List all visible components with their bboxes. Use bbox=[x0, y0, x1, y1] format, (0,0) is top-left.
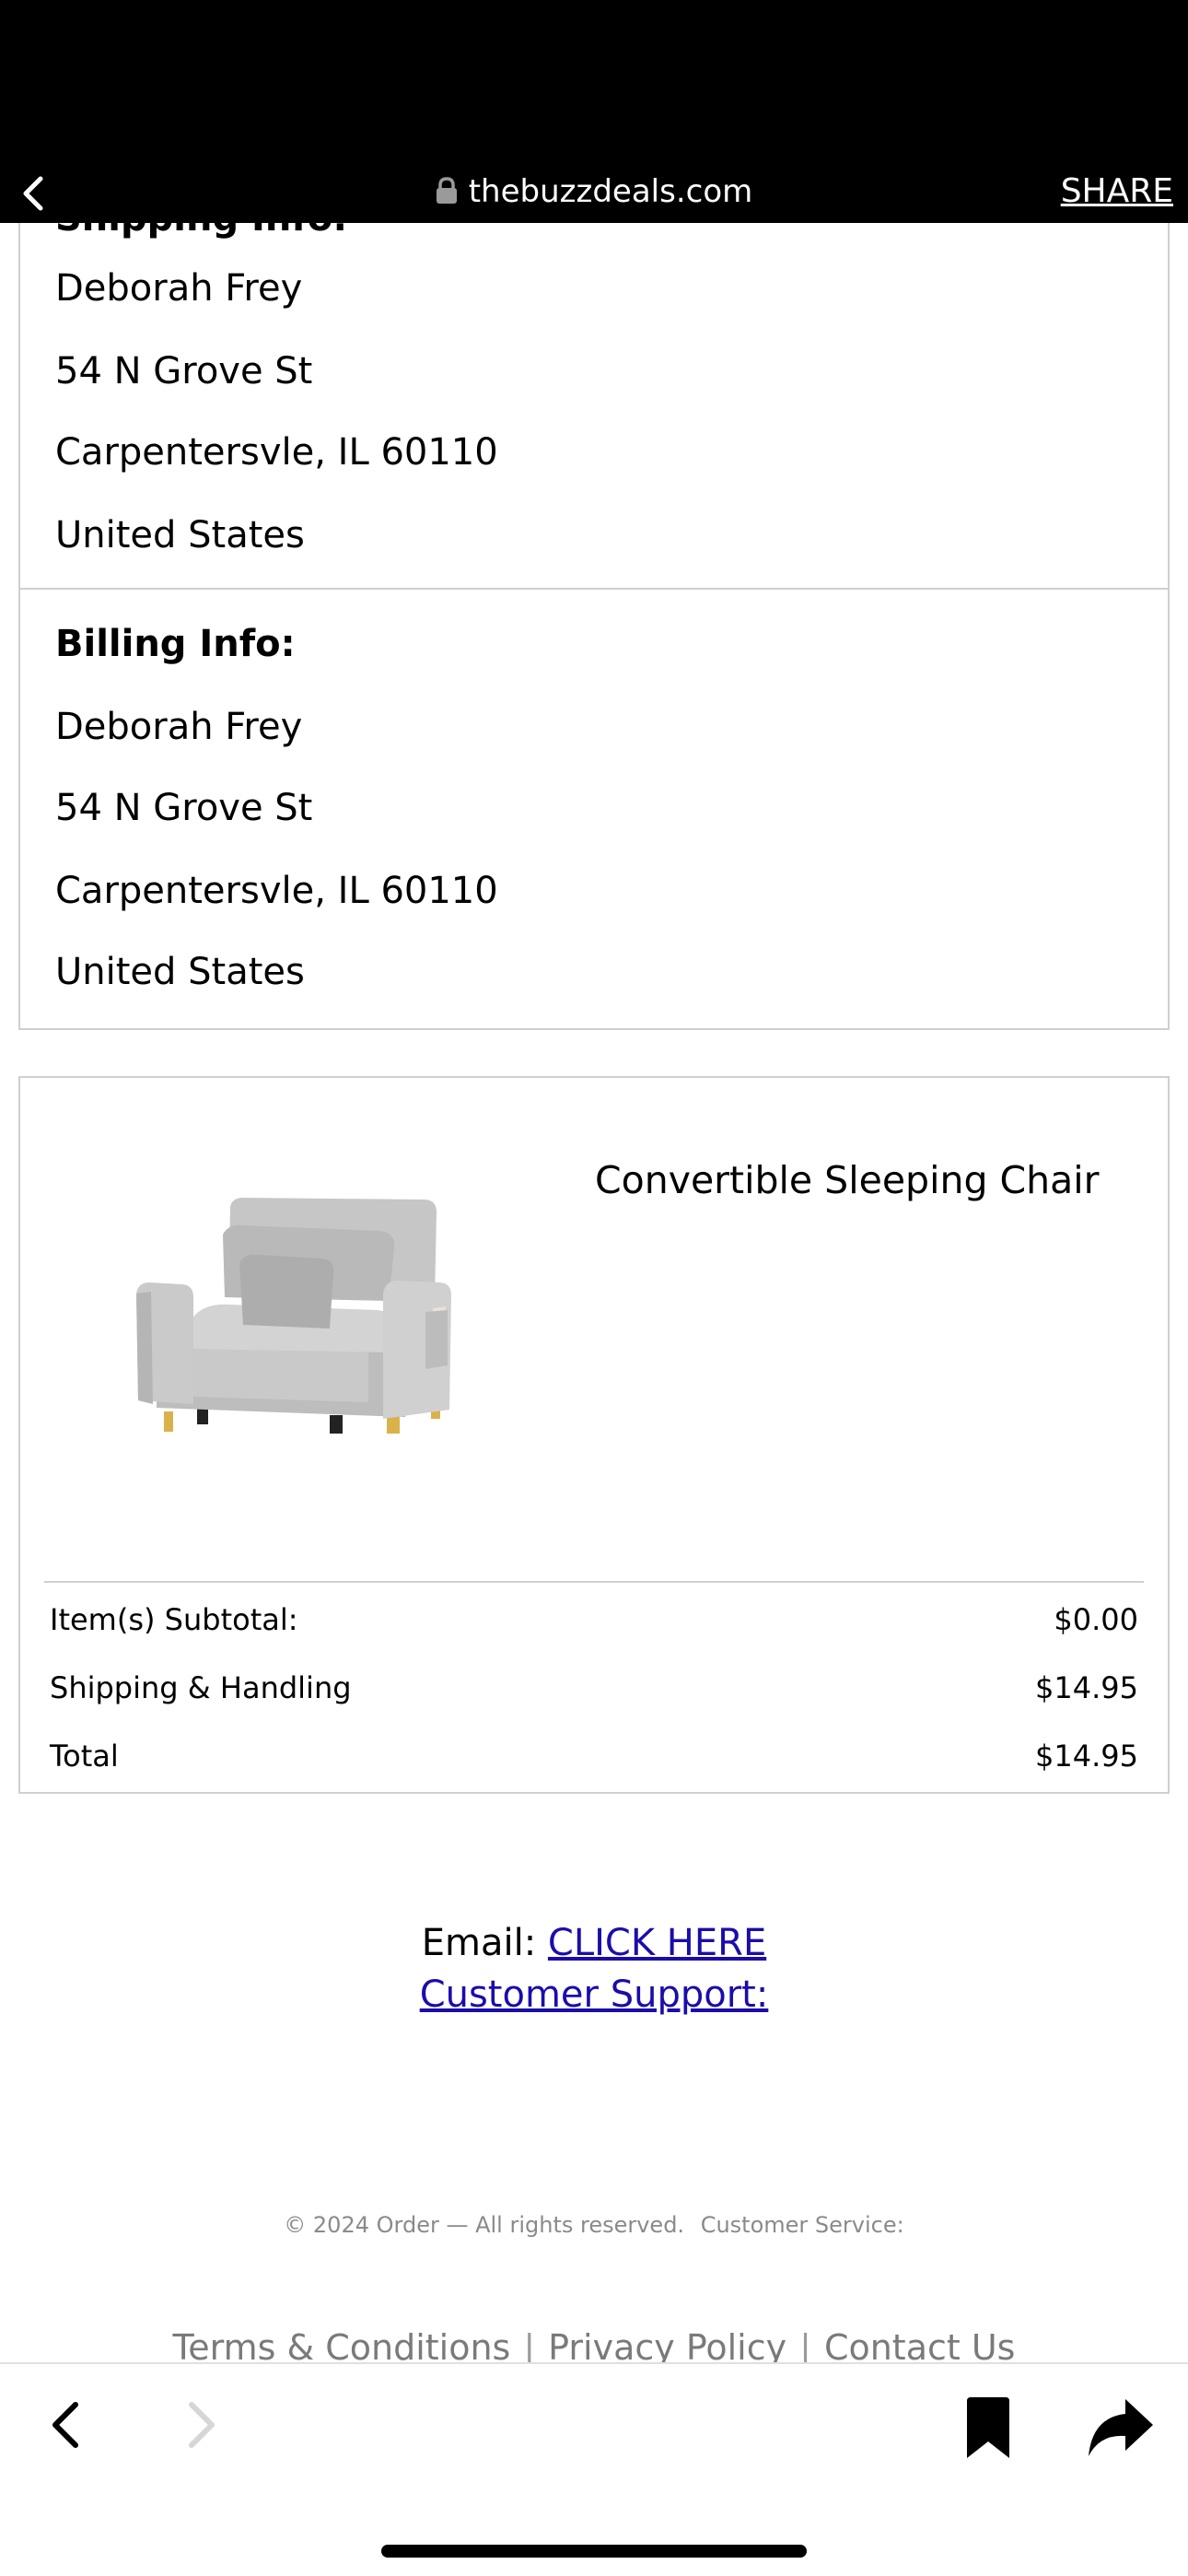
billing-city: Carpentersvle, IL 60110 bbox=[55, 870, 498, 912]
billing-name: Deborah Frey bbox=[55, 706, 303, 748]
subtotal-label: Item(s) Subtotal: bbox=[50, 1602, 298, 1637]
subtotal-value: $0.00 bbox=[1054, 1602, 1138, 1637]
customer-support-link[interactable]: Customer Support: bbox=[420, 1973, 769, 2016]
summary-divider bbox=[44, 1581, 1144, 1583]
product-image bbox=[136, 1198, 451, 1434]
total-value: $14.95 bbox=[1035, 1739, 1138, 1774]
link-separator: | bbox=[799, 2327, 811, 2362]
shipping-street: 54 N Grove St bbox=[55, 350, 313, 392]
share-arrow-icon[interactable] bbox=[1087, 2397, 1155, 2458]
address-box: Shipping Info: Deborah Frey 54 N Grove S… bbox=[18, 166, 1170, 1030]
billing-heading: Billing Info: bbox=[55, 623, 296, 665]
share-button[interactable]: SHARE bbox=[1061, 171, 1173, 212]
customer-service-text: Customer Service: bbox=[700, 2212, 904, 2238]
copyright-text: © 2024 Order — All rights reserved. bbox=[284, 2212, 685, 2238]
link-separator: | bbox=[523, 2327, 536, 2362]
browser-top-bar: thebuzzdeals.com SHARE bbox=[0, 0, 1188, 223]
email-line: Email: CLICK HERE bbox=[0, 1918, 1188, 1968]
shipping-handling-value: $14.95 bbox=[1035, 1670, 1138, 1705]
home-indicator bbox=[381, 2545, 807, 2558]
billing-street: 54 N Grove St bbox=[55, 787, 313, 829]
contact-link[interactable]: Contact Us bbox=[824, 2327, 1016, 2362]
copyright-line: © 2024 Order — All rights reserved. Cust… bbox=[0, 2209, 1188, 2241]
url-bar[interactable]: thebuzzdeals.com bbox=[0, 171, 1188, 212]
browser-bottom-toolbar bbox=[0, 2362, 1188, 2576]
customer-support-line: Customer Support: bbox=[0, 1970, 1188, 2020]
billing-country: United States bbox=[55, 951, 305, 993]
order-summary-box: Convertible Sleeping Chair Item(s) Subto… bbox=[18, 1076, 1170, 1794]
page-content: Shipping Info: Deborah Frey 54 N Grove S… bbox=[0, 0, 1188, 2362]
chevron-left-icon[interactable] bbox=[46, 2397, 87, 2453]
shipping-country: United States bbox=[55, 514, 305, 556]
chevron-right-icon[interactable] bbox=[181, 2397, 221, 2453]
footer-links: Terms & Conditions | Privacy Policy | Contac… bbox=[0, 2324, 1188, 2362]
shipping-city: Carpentersvle, IL 60110 bbox=[55, 431, 498, 474]
privacy-link[interactable]: Privacy Policy bbox=[548, 2327, 786, 2362]
email-label: Email: bbox=[421, 1922, 537, 1964]
bookmark-icon[interactable] bbox=[961, 2395, 1015, 2460]
email-click-here-link[interactable]: CLICK HERE bbox=[548, 1922, 766, 1964]
shipping-handling-label: Shipping & Handling bbox=[50, 1670, 352, 1705]
shipping-name: Deborah Frey bbox=[55, 267, 303, 310]
product-name[interactable]: Convertible Sleeping Chair bbox=[595, 1155, 1100, 1205]
total-label: Total bbox=[50, 1739, 119, 1774]
section-divider bbox=[20, 588, 1168, 590]
url-text: thebuzzdeals.com bbox=[468, 173, 753, 210]
terms-link[interactable]: Terms & Conditions bbox=[173, 2327, 511, 2362]
lock-icon bbox=[436, 177, 457, 204]
